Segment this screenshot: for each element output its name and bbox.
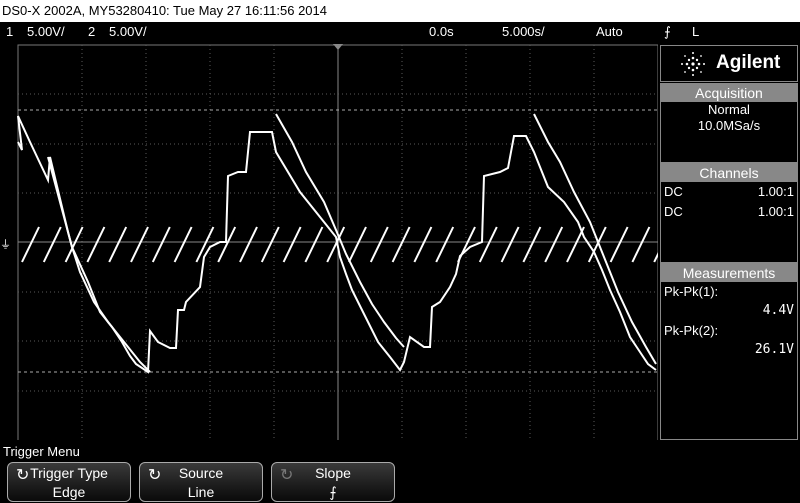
softkey-value: ⨍ xyxy=(329,484,337,500)
trigger-type-softkey[interactable]: ↻ Trigger Type Edge xyxy=(7,462,131,502)
channel-ground-marker: ⏚ xyxy=(0,238,11,251)
brand-logo: Agilent xyxy=(660,45,798,82)
channel-probe: 1.00:1 xyxy=(757,204,794,219)
acquisition-heading: Acquisition xyxy=(661,84,797,102)
measurements-section[interactable]: Measurements Pk-Pk(1): 4.4V Pk-Pk(2): 26… xyxy=(660,263,798,440)
softkey-label: Source xyxy=(178,465,224,481)
channel-1-trace-secondary xyxy=(47,156,151,373)
time-offset[interactable]: 0.0s xyxy=(429,22,454,42)
channel-row: DC 1.00:1 xyxy=(661,182,797,202)
side-panel: Agilent Acquisition Normal 10.0MSa/s Cha… xyxy=(660,45,800,440)
channel-coupling: DC xyxy=(664,204,683,219)
trigger-position-marker xyxy=(333,44,343,50)
channel-1-trace-quaternary xyxy=(533,113,657,365)
channel-row: DC 1.00:1 xyxy=(661,202,797,222)
measurement-value: 26.1V xyxy=(754,342,794,357)
brand-name: Agilent xyxy=(716,52,781,73)
waveform-display[interactable]: ⏚ xyxy=(0,42,658,440)
slope-softkey[interactable]: ↻ Slope ⨍ xyxy=(271,462,395,502)
channel-1-trace-tertiary xyxy=(275,113,405,348)
time-scale[interactable]: 5.000s/ xyxy=(502,22,545,42)
acquisition-section[interactable]: Acquisition Normal 10.0MSa/s xyxy=(660,83,798,163)
measurement-value: 4.4V xyxy=(762,303,794,318)
softkey-label: Slope xyxy=(315,465,351,481)
measurement-label: Pk-Pk(1): xyxy=(664,284,719,299)
status-bar: 1 5.00V/ 2 5.00V/ 0.0s 5.000s/ Auto ⨍ L xyxy=(0,22,800,42)
channel-1-trace xyxy=(17,115,657,374)
measurement-label: Pk-Pk(2): xyxy=(664,323,719,338)
ch1-label[interactable]: 1 xyxy=(6,22,13,42)
channels-section[interactable]: Channels DC 1.00:1 DC 1.00:1 xyxy=(660,163,798,263)
acquisition-mode: Normal xyxy=(708,102,750,117)
channels-heading: Channels xyxy=(661,164,797,182)
ch1-scale[interactable]: 5.00V/ xyxy=(27,22,65,42)
source-softkey[interactable]: ↻ Source Line xyxy=(139,462,263,502)
ch2-scale[interactable]: 5.00V/ xyxy=(109,22,147,42)
acquisition-rate: 10.0MSa/s xyxy=(697,118,761,133)
softkey-label: Trigger Type xyxy=(30,465,108,481)
trigger-mode[interactable]: Auto xyxy=(596,22,623,42)
window-title: DS0-X 2002A, MY53280410: Tue May 27 16:1… xyxy=(0,0,800,22)
menu-title: Trigger Menu xyxy=(3,444,80,459)
trigger-source: L xyxy=(692,24,700,39)
channel-probe: 1.00:1 xyxy=(757,184,794,199)
ch2-label[interactable]: 2 xyxy=(88,22,95,42)
trigger-slope-icon: ⨍ xyxy=(664,24,671,39)
measurement-item: Pk-Pk(2): 26.1V xyxy=(661,319,797,358)
measurements-heading: Measurements xyxy=(661,264,797,282)
agilent-spark-icon xyxy=(681,52,705,76)
softkey-value: Line xyxy=(187,484,215,500)
measurement-item: Pk-Pk(1): 4.4V xyxy=(661,282,797,319)
channel-coupling: DC xyxy=(664,184,683,199)
softkey-value: Edge xyxy=(52,484,86,500)
